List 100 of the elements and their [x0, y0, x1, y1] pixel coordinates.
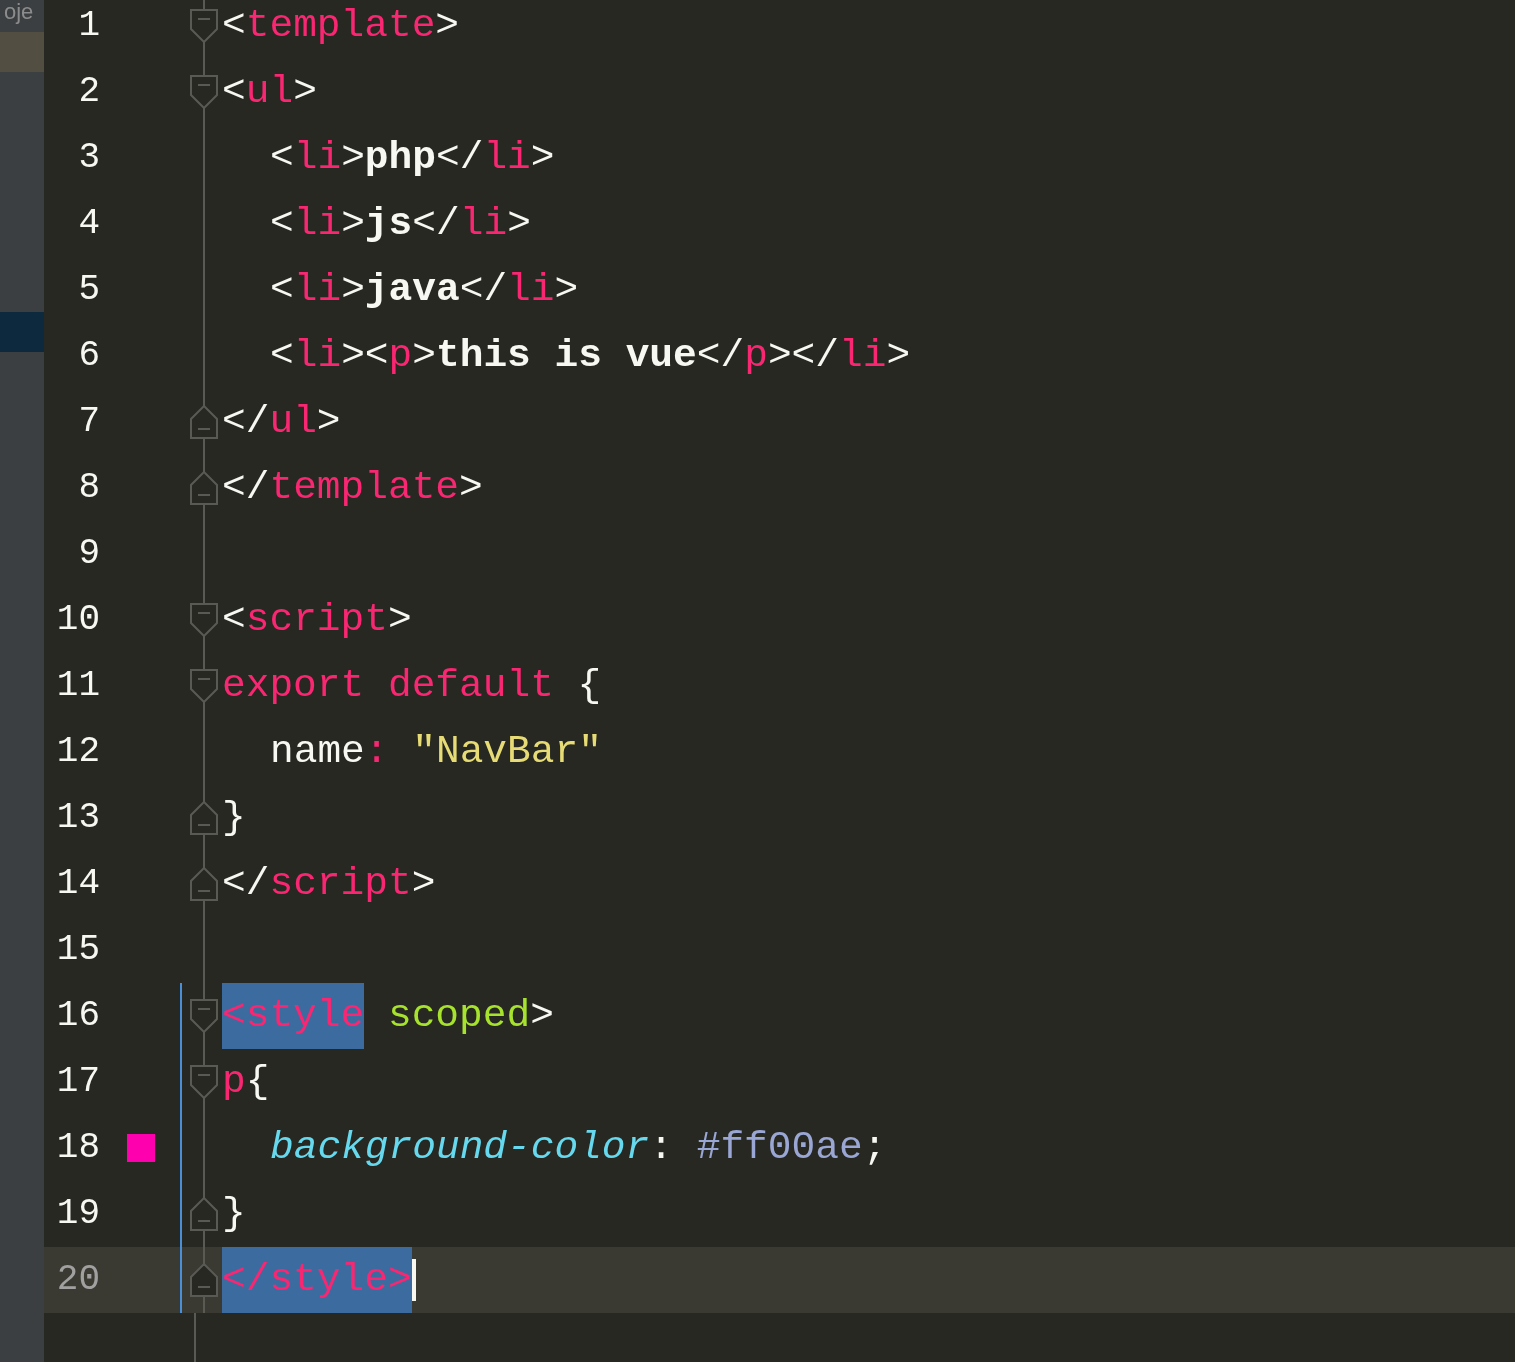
- fold-collapse-icon[interactable]: [190, 603, 218, 637]
- line-number: 10: [56, 599, 100, 640]
- line-number: 20: [56, 1259, 100, 1300]
- line-number: 1: [78, 5, 100, 46]
- code-token: name: [270, 728, 365, 776]
- code-token: li: [293, 200, 342, 248]
- line-number: 12: [56, 731, 100, 772]
- code-token: <: [270, 200, 294, 248]
- code-token: li: [293, 134, 342, 182]
- fold-expand-icon[interactable]: [190, 1197, 218, 1231]
- text-cursor: [411, 1259, 416, 1301]
- code-token: >: [530, 134, 555, 182]
- fold-collapse-icon[interactable]: [190, 999, 218, 1033]
- code-token: >: [341, 266, 365, 314]
- code-token: li: [483, 134, 531, 182]
- code-token: li: [507, 266, 555, 314]
- code-token: </: [222, 464, 270, 512]
- line-number: 7: [78, 401, 100, 442]
- fold-expand-icon[interactable]: [190, 405, 218, 439]
- code-token: </: [436, 134, 484, 182]
- color-swatch[interactable]: [127, 1134, 155, 1162]
- code-token: ;: [862, 1124, 887, 1172]
- code-token: java: [364, 266, 460, 314]
- line-number: 3: [78, 137, 100, 178]
- code-token: export default: [222, 662, 554, 710]
- code-token: >: [554, 266, 579, 314]
- code-token: #ff00ae: [696, 1124, 863, 1172]
- code-token: js: [364, 200, 413, 248]
- code-token: </: [222, 398, 270, 446]
- code-token: p: [744, 332, 768, 380]
- code-token: >: [411, 860, 436, 908]
- code-token: </: [222, 860, 270, 908]
- code-token: ul: [245, 68, 294, 116]
- code-token: script: [269, 860, 412, 908]
- line-number: 13: [56, 797, 100, 838]
- code-token: this is vue: [436, 332, 697, 380]
- code-token: li: [293, 332, 342, 380]
- code-token: li: [459, 200, 508, 248]
- code-token: }: [222, 794, 246, 842]
- code-token: <: [270, 266, 294, 314]
- code-token: ></: [767, 332, 839, 380]
- code-token: </: [412, 200, 460, 248]
- code-token: </: [696, 332, 745, 380]
- code-token: <: [222, 596, 246, 644]
- fold-collapse-icon[interactable]: [190, 9, 218, 43]
- code-token: php: [364, 134, 436, 182]
- code-token: p: [222, 1058, 246, 1106]
- fold-expand-icon[interactable]: [190, 471, 218, 505]
- selected-code-token: <style: [222, 983, 365, 1049]
- code-token: >: [507, 200, 531, 248]
- code-token: p: [388, 332, 413, 380]
- code-token: li: [839, 332, 887, 380]
- code-token: >: [459, 464, 483, 512]
- fold-collapse-icon[interactable]: [190, 669, 218, 703]
- code-token: ul: [269, 398, 317, 446]
- fold-collapse-icon[interactable]: [190, 1065, 218, 1099]
- code-token: >: [293, 68, 317, 116]
- line-number: 18: [56, 1127, 100, 1168]
- code-token: >: [341, 134, 365, 182]
- line-number: 4: [78, 203, 100, 244]
- code-token: ><: [341, 332, 389, 380]
- code-token: >: [435, 2, 460, 50]
- code-token: </: [459, 266, 508, 314]
- fold-collapse-icon[interactable]: [190, 75, 218, 109]
- line-number: 6: [78, 335, 100, 376]
- code-token: {: [576, 662, 602, 710]
- code-token: background-color: [270, 1124, 650, 1172]
- code-token: {: [245, 1058, 270, 1106]
- code-token: <: [270, 134, 294, 182]
- code-token: :: [364, 728, 389, 776]
- code-token: >: [412, 332, 436, 380]
- fold-expand-icon[interactable]: [190, 801, 218, 835]
- code-token: template: [245, 2, 436, 50]
- line-number: 15: [56, 929, 100, 970]
- sidebar-label: oje: [4, 0, 34, 24]
- fold-expand-icon[interactable]: [190, 1263, 218, 1297]
- code-token: >: [341, 200, 365, 248]
- line-number: 19: [56, 1193, 100, 1234]
- code-token: :: [649, 1124, 674, 1172]
- code-token: <: [270, 332, 294, 380]
- line-number: 16: [56, 995, 100, 1036]
- code-token: }: [222, 1190, 246, 1238]
- line-number: 5: [78, 269, 100, 310]
- code-token: <: [222, 2, 246, 50]
- code-token: >: [886, 332, 911, 380]
- code-token: >: [316, 398, 341, 446]
- line-number: 9: [78, 533, 100, 574]
- code-token: script: [245, 596, 388, 644]
- code-token: "NavBar": [411, 728, 602, 776]
- line-number: 17: [56, 1061, 100, 1102]
- line-number: 11: [56, 665, 100, 706]
- code-token: >: [530, 992, 554, 1040]
- code-token: li: [293, 266, 342, 314]
- code-token: >: [387, 596, 412, 644]
- line-number: 14: [56, 863, 100, 904]
- selected-code-token: </style>: [222, 1247, 412, 1313]
- code-token: template: [269, 464, 460, 512]
- line-number: 8: [78, 467, 100, 508]
- fold-expand-icon[interactable]: [190, 867, 218, 901]
- line-number: 2: [78, 71, 100, 112]
